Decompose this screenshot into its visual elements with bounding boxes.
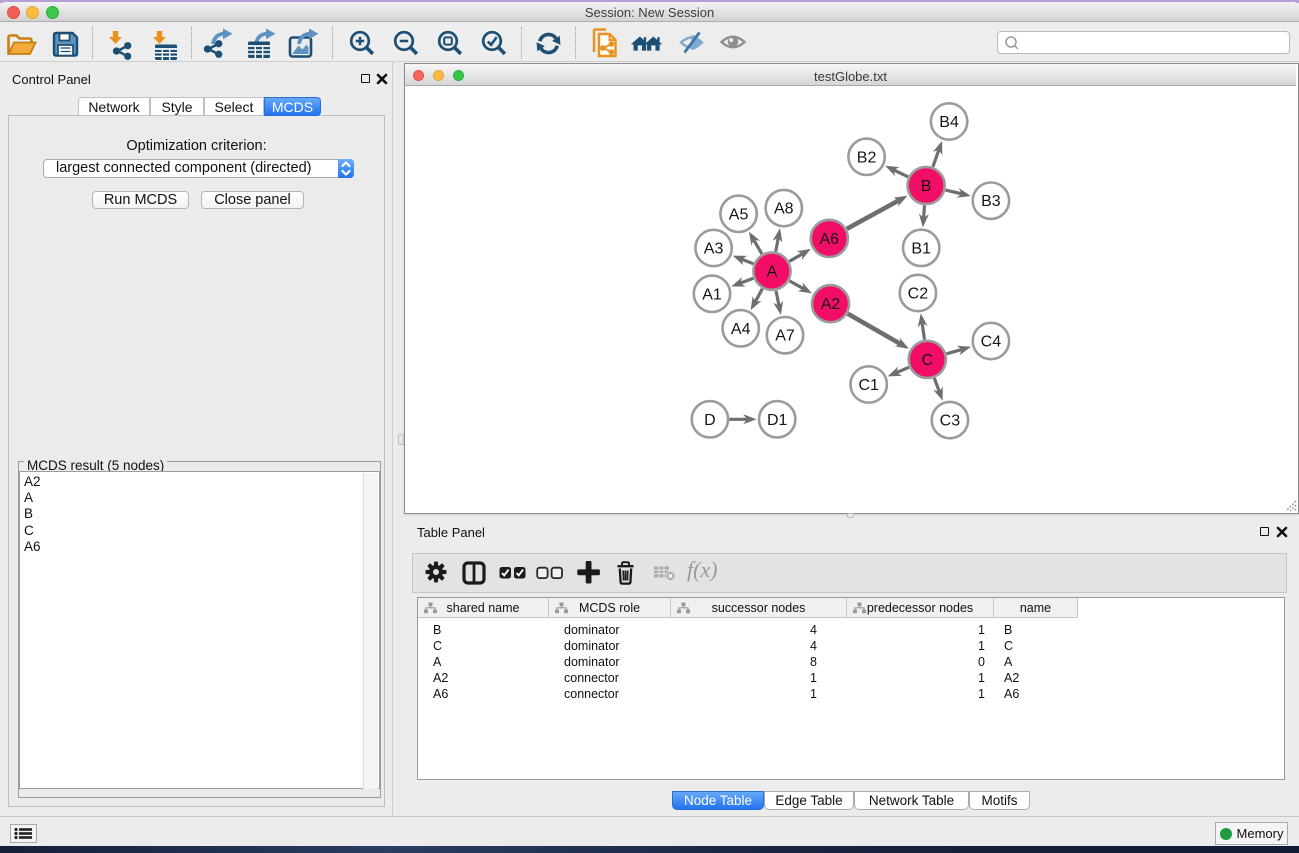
svg-text:A2: A2: [821, 296, 841, 313]
svg-text:B3: B3: [981, 193, 1001, 210]
svg-text:A1: A1: [702, 286, 722, 303]
svg-text:C1: C1: [858, 377, 879, 394]
svg-text:C: C: [922, 352, 934, 369]
svg-text:A7: A7: [775, 328, 795, 345]
svg-text:A4: A4: [731, 321, 751, 338]
svg-text:C2: C2: [908, 286, 929, 303]
svg-text:D1: D1: [767, 412, 788, 429]
svg-text:B2: B2: [857, 149, 877, 166]
svg-text:A: A: [767, 264, 778, 281]
svg-text:B1: B1: [911, 240, 931, 257]
svg-text:D: D: [704, 412, 716, 429]
svg-text:B: B: [921, 178, 932, 195]
svg-text:C4: C4: [981, 334, 1002, 351]
svg-text:A3: A3: [704, 241, 724, 258]
svg-text:A6: A6: [820, 231, 840, 248]
svg-text:A5: A5: [729, 206, 749, 223]
svg-text:C3: C3: [940, 413, 961, 430]
svg-text:B4: B4: [939, 114, 959, 131]
svg-text:A8: A8: [774, 201, 794, 218]
